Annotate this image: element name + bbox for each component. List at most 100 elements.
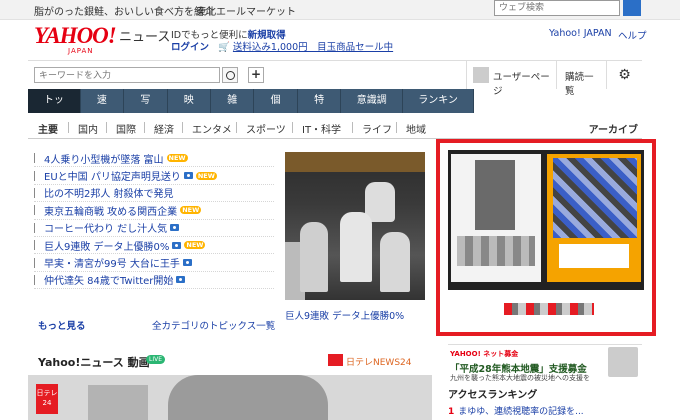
- photo-figure: [300, 222, 328, 292]
- subtab-main[interactable]: 主要: [38, 121, 58, 136]
- ad-left-panel: [451, 154, 541, 282]
- live-badge: LIVE: [146, 355, 166, 364]
- topic-text: 4人乗り小型機が墜落 富山: [44, 154, 164, 166]
- all-topics-link[interactable]: 全カテゴリのトピックス一覧: [152, 318, 275, 332]
- list-item[interactable]: コーヒー代わり だし汁人気: [34, 220, 274, 237]
- more-link[interactable]: もっと見る: [38, 318, 86, 332]
- video-frame: [168, 375, 328, 420]
- ad-label: [559, 244, 629, 268]
- divider: [106, 122, 107, 133]
- search-row: + ユーザーページ 購読一覧 ⚙: [28, 60, 642, 97]
- ad-footer: [504, 303, 594, 315]
- photo-figure: [380, 232, 410, 292]
- keyword-input[interactable]: [34, 67, 220, 83]
- list-item[interactable]: 比の不明2邦人 射殺体で発見: [34, 185, 274, 203]
- tab-survey[interactable]: 意識調査: [341, 89, 404, 130]
- new-badge: NEW: [180, 206, 202, 215]
- divider: [182, 122, 183, 133]
- divider: [396, 122, 397, 133]
- divider: [68, 122, 69, 133]
- yahoo-japan-link[interactable]: Yahoo! JAPAN: [549, 28, 612, 39]
- ad-label: [457, 236, 535, 266]
- list-item[interactable]: 4人乗り小型機が墜落 富山 NEW: [34, 150, 274, 168]
- camera-icon: [170, 224, 180, 232]
- help-link[interactable]: ヘルプ: [618, 28, 647, 42]
- camera-icon: [172, 241, 182, 249]
- tab-ranking[interactable]: ランキング: [403, 89, 474, 130]
- video-player[interactable]: [28, 375, 432, 420]
- list-item[interactable]: 東京五輪商戦 攻める関西企業 NEW: [34, 202, 274, 220]
- main-nav: トップ 速報 写真 映像 雑誌 個人 特集 意識調査 ランキング: [28, 89, 474, 130]
- shipping-promo-link[interactable]: 送料込み1,000円 目玉商品セール中: [233, 42, 393, 53]
- logo-sub: JAPAN: [68, 47, 94, 55]
- web-search-button[interactable]: [623, 0, 641, 16]
- relief-logo: YAHOO! ネット募金: [450, 350, 519, 358]
- login-link[interactable]: ログイン: [171, 42, 209, 53]
- new-badge: NEW: [195, 171, 217, 180]
- ad-right-panel: [547, 154, 641, 282]
- tab-video[interactable]: 映像: [168, 89, 211, 130]
- subtab-sports[interactable]: スポーツ: [246, 121, 286, 136]
- tab-top[interactable]: トップ: [28, 89, 81, 130]
- new-badge: NEW: [166, 154, 188, 163]
- search-button[interactable]: [222, 67, 238, 83]
- cart-icon: 🛒: [218, 42, 230, 53]
- relief-banner[interactable]: YAHOO! ネット募金 「平成28年熊本地震」支援募金 九州を襲った熊本大地震…: [448, 344, 642, 382]
- ranking-row[interactable]: 1 まゆゆ、連続視聴率の記録を...: [448, 404, 642, 420]
- photo-banner: [285, 152, 425, 172]
- photo-caption[interactable]: 巨人9連敗 データ上優勝0%: [285, 308, 404, 322]
- topic-text: EUと中国 パリ協定声明見送り: [44, 172, 181, 184]
- tab-personal[interactable]: 個人: [254, 89, 298, 130]
- video-section-title[interactable]: Yahoo!ニュース 動画: [38, 354, 150, 370]
- list-item[interactable]: 仲代達矢 84歳でTwitter開始: [34, 272, 274, 290]
- list-item[interactable]: 早実・清宮が99号 大台に王手: [34, 254, 274, 272]
- advertisement[interactable]: [436, 139, 656, 336]
- channel-badge: 日テレ24: [36, 384, 58, 414]
- topic-photo[interactable]: [285, 152, 425, 300]
- archive-link[interactable]: アーカイブ: [589, 121, 638, 136]
- topic-text: 早実・清宮が99号 大台に王手: [44, 259, 180, 271]
- tab-photos[interactable]: 写真: [124, 89, 168, 130]
- list-item[interactable]: 巨人9連敗 データ上優勝0% NEW: [34, 237, 274, 255]
- access-ranking-title: アクセスランキング: [448, 390, 538, 401]
- divider: [236, 122, 237, 133]
- subtab-life[interactable]: ライフ: [362, 121, 392, 136]
- top-strip: 脂がのった銀鮭、おいしい食べ方を紹介 東北エールマーケット: [0, 0, 680, 20]
- add-button[interactable]: +: [248, 67, 264, 83]
- video-source[interactable]: 日テレNEWS24: [346, 355, 411, 368]
- promo-link-2[interactable]: 東北エールマーケット: [196, 3, 296, 18]
- avatar: [473, 67, 489, 83]
- promo-link[interactable]: 脂がのった銀鮭、おいしい食べ方を紹介: [34, 3, 214, 18]
- subtab-region[interactable]: 地域: [406, 121, 426, 136]
- subtab-international[interactable]: 国際: [116, 121, 136, 136]
- ranking-text: まゆゆ、連続視聴率の記録を...: [458, 407, 584, 417]
- relief-subtitle: 九州を襲った熊本大地震の被災地への支援を: [450, 374, 590, 382]
- topic-text: 東京五輪商戦 攻める関西企業: [44, 206, 178, 218]
- new-badge: NEW: [184, 241, 206, 250]
- subtab-it-science[interactable]: IT・科学: [302, 121, 341, 136]
- user-page-label: ユーザーページ: [493, 72, 550, 97]
- topic-text: 巨人9連敗 データ上優勝0%: [44, 241, 170, 253]
- subtab-economy[interactable]: 経済: [154, 121, 174, 136]
- tab-features[interactable]: 特集: [298, 89, 342, 130]
- user-page-button[interactable]: ユーザーページ: [466, 61, 556, 97]
- divider: [352, 122, 353, 133]
- gear-icon[interactable]: ⚙: [606, 61, 642, 89]
- login-line: ログイン 🛒 送料込み1,000円 目玉商品セール中: [171, 39, 393, 53]
- ad-image: [448, 150, 644, 290]
- logo-service-name[interactable]: ニュース: [119, 26, 170, 45]
- subtab-domestic[interactable]: 国内: [78, 121, 98, 136]
- subtab-entertainment[interactable]: エンタメ: [192, 121, 232, 136]
- tab-magazine[interactable]: 雑誌: [211, 89, 255, 130]
- divider: [292, 122, 293, 133]
- rank-number: 1: [448, 407, 455, 417]
- topic-text: コーヒー代わり だし汁人気: [44, 224, 168, 236]
- ad-figure: [475, 160, 515, 230]
- tab-breaking[interactable]: 速報: [81, 89, 125, 130]
- web-search-input[interactable]: [494, 0, 620, 16]
- yahoo-logo[interactable]: YAHOO!: [34, 23, 117, 49]
- list-item[interactable]: EUと中国 パリ協定声明見送り NEW: [34, 167, 274, 185]
- camera-icon: [176, 276, 186, 284]
- subscription-button[interactable]: 購読一覧: [556, 61, 606, 97]
- photo-figure: [340, 212, 372, 282]
